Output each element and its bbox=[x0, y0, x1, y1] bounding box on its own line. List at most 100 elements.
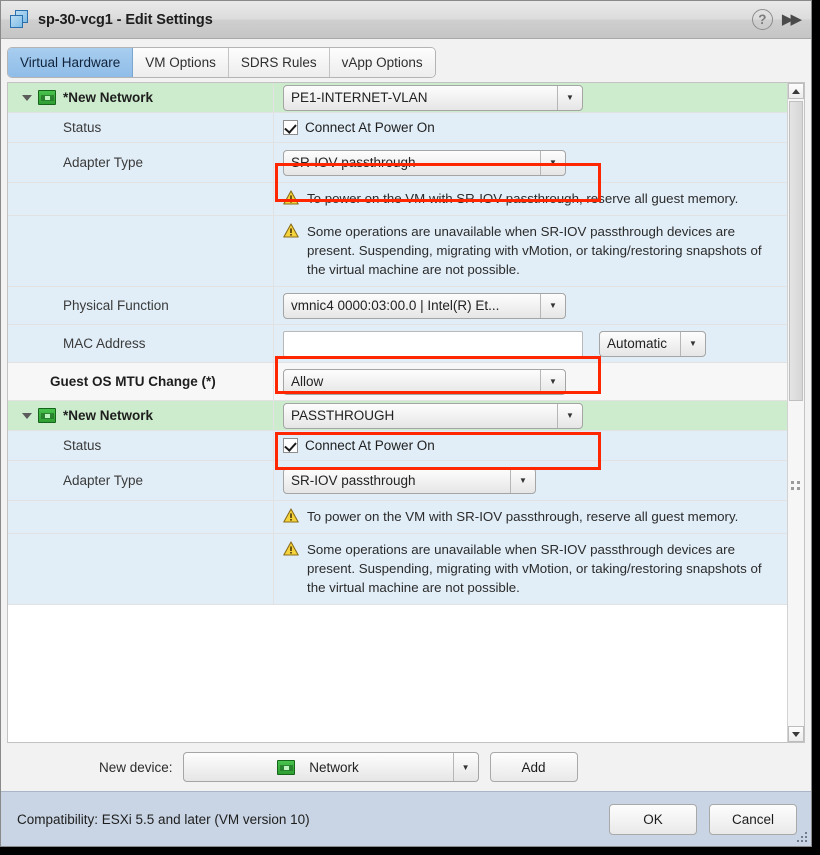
edit-settings-dialog: sp-30-vcg1 - Edit Settings ? ▶▶ Virtual … bbox=[0, 0, 812, 847]
warning-1a-text: To power on the VM with SR-IOV passthrou… bbox=[307, 191, 739, 206]
physical-function-value: vmnic4 0000:03:00.0 | Intel(R) Et... ▼ bbox=[274, 287, 787, 324]
connect-at-power-on-checkbox-2[interactable] bbox=[283, 438, 298, 453]
chevron-down-icon: ▼ bbox=[557, 85, 582, 110]
virtual-machine-icon bbox=[10, 10, 29, 29]
chevron-down-icon: ▼ bbox=[540, 293, 565, 318]
device-group-header-network-1[interactable]: *New Network PE1-INTERNET-VLAN ▼ bbox=[8, 83, 787, 113]
warning-triangle-icon bbox=[283, 223, 299, 238]
row-warning-2b: Some operations are unavailable when SR-… bbox=[8, 534, 787, 605]
device-1-label-cell: *New Network bbox=[8, 83, 274, 112]
guest-os-mtu-label: Guest OS MTU Change (*) bbox=[8, 363, 274, 400]
dialog-resize-grip[interactable] bbox=[797, 832, 808, 843]
warning-2a-label-spacer bbox=[8, 501, 274, 533]
row-mac-address: MAC Address Automatic ▼ bbox=[8, 325, 787, 363]
warning-1b-text: Some operations are unavailable when SR-… bbox=[307, 224, 762, 277]
new-device-select-content: Network bbox=[184, 759, 453, 775]
row-warning-1a: To power on the VM with SR-IOV passthrou… bbox=[8, 183, 787, 216]
mac-address-input[interactable] bbox=[283, 330, 583, 357]
warning-2b-text: Some operations are unavailable when SR-… bbox=[307, 542, 762, 595]
warning-2a-text: To power on the VM with SR-IOV passthrou… bbox=[307, 509, 739, 524]
row-warning-1b: Some operations are unavailable when SR-… bbox=[8, 216, 787, 287]
row-physical-function: Physical Function vmnic4 0000:03:00.0 | … bbox=[8, 287, 787, 325]
ok-button[interactable]: OK bbox=[609, 803, 697, 835]
physical-function-select[interactable]: vmnic4 0000:03:00.0 | Intel(R) Et... ▼ bbox=[283, 292, 566, 319]
adapter-type-value-1: SR-IOV passthrough ▼ bbox=[274, 143, 787, 182]
guest-os-mtu-value: Allow ▼ bbox=[274, 363, 787, 400]
adapter-type-select-2[interactable]: SR-IOV passthrough ▼ bbox=[283, 467, 536, 494]
scroll-up-button[interactable] bbox=[788, 83, 804, 99]
add-device-button[interactable]: Add bbox=[489, 752, 578, 782]
physical-function-label: Physical Function bbox=[8, 287, 274, 324]
tab-sdrs-rules[interactable]: SDRS Rules bbox=[228, 48, 330, 77]
warning-2a-cell: To power on the VM with SR-IOV passthrou… bbox=[274, 501, 787, 533]
compatibility-text: Compatibility: ESXi 5.5 and later (VM ve… bbox=[17, 811, 310, 827]
adapter-type-select-2-value: SR-IOV passthrough bbox=[291, 473, 416, 488]
adapter-type-select-1[interactable]: SR-IOV passthrough ▼ bbox=[283, 149, 566, 176]
warning-triangle-icon bbox=[283, 190, 299, 205]
dialog-title: sp-30-vcg1 - Edit Settings bbox=[38, 11, 213, 28]
connect-at-power-on-label-2: Connect At Power On bbox=[305, 438, 435, 453]
tab-vm-options[interactable]: VM Options bbox=[133, 48, 229, 77]
tabstrip-container: Virtual Hardware VM Options SDRS Rules v… bbox=[1, 39, 811, 82]
device-2-label-cell: *New Network bbox=[8, 401, 274, 430]
mac-address-value: Automatic ▼ bbox=[274, 325, 787, 362]
warning-2b-label-spacer bbox=[8, 534, 274, 604]
connect-at-power-on-checkbox-1[interactable] bbox=[283, 120, 298, 135]
hardware-settings-grid: *New Network PE1-INTERNET-VLAN ▼ Status … bbox=[8, 83, 787, 742]
new-device-label: New device: bbox=[99, 759, 173, 775]
adapter-type-select-1-value: SR-IOV passthrough bbox=[291, 155, 416, 170]
collapse-twisty-icon-1[interactable] bbox=[22, 92, 33, 103]
device-group-header-network-2[interactable]: *New Network PASSTHROUGH ▼ bbox=[8, 401, 787, 431]
row-warning-2a: To power on the VM with SR-IOV passthrou… bbox=[8, 501, 787, 534]
expand-chevron-icon[interactable]: ▶▶ bbox=[782, 12, 802, 27]
warning-1a-label-spacer bbox=[8, 183, 274, 215]
connect-at-power-on-label-1: Connect At Power On bbox=[305, 120, 435, 135]
network-adapter-icon bbox=[277, 759, 296, 775]
tab-vapp-options[interactable]: vApp Options bbox=[329, 48, 435, 77]
new-device-bar: New device: Network ▼ Add bbox=[1, 743, 811, 791]
device-1-network-cell: PE1-INTERNET-VLAN ▼ bbox=[274, 83, 787, 112]
status-label-1: Status bbox=[8, 113, 274, 142]
device-1-name: *New Network bbox=[63, 90, 154, 105]
mac-address-mode-value: Automatic bbox=[607, 336, 668, 351]
guest-os-mtu-select-value: Allow bbox=[291, 374, 324, 389]
help-icon[interactable]: ? bbox=[751, 9, 773, 30]
scrollbar-thumb[interactable] bbox=[789, 101, 803, 401]
adapter-type-label-2: Adapter Type bbox=[8, 461, 274, 500]
device-2-name: *New Network bbox=[63, 408, 154, 423]
network-select-1-value: PE1-INTERNET-VLAN bbox=[291, 90, 428, 105]
status-value-1: Connect At Power On bbox=[274, 113, 787, 142]
chevron-down-icon: ▼ bbox=[540, 150, 565, 175]
warning-2b-cell: Some operations are unavailable when SR-… bbox=[274, 534, 787, 604]
device-2-network-cell: PASSTHROUGH ▼ bbox=[274, 401, 787, 430]
adapter-type-label-1: Adapter Type bbox=[8, 143, 274, 182]
new-device-select-value: Network bbox=[309, 759, 359, 775]
vertical-scrollbar[interactable] bbox=[787, 83, 804, 742]
adapter-type-value-2: SR-IOV passthrough ▼ bbox=[274, 461, 787, 500]
scroll-down-button[interactable] bbox=[788, 726, 804, 742]
guest-os-mtu-select[interactable]: Allow ▼ bbox=[283, 368, 566, 395]
mac-address-mode-select[interactable]: Automatic ▼ bbox=[599, 330, 706, 357]
chevron-down-icon: ▼ bbox=[557, 403, 582, 428]
network-adapter-icon bbox=[38, 90, 56, 105]
network-select-1[interactable]: PE1-INTERNET-VLAN ▼ bbox=[283, 84, 583, 111]
dialog-footer: Compatibility: ESXi 5.5 and later (VM ve… bbox=[1, 791, 811, 846]
tab-virtual-hardware[interactable]: Virtual Hardware bbox=[8, 48, 134, 77]
status-label-2: Status bbox=[8, 431, 274, 460]
network-adapter-icon bbox=[38, 408, 56, 423]
row-adapter-type-1: Adapter Type SR-IOV passthrough ▼ bbox=[8, 143, 787, 183]
chevron-down-icon: ▼ bbox=[510, 468, 535, 493]
row-status-1: Status Connect At Power On bbox=[8, 113, 787, 143]
warning-1a-cell: To power on the VM with SR-IOV passthrou… bbox=[274, 183, 787, 215]
chevron-down-icon: ▼ bbox=[540, 369, 565, 394]
row-adapter-type-2: Adapter Type SR-IOV passthrough ▼ bbox=[8, 461, 787, 501]
warning-triangle-icon bbox=[283, 541, 299, 556]
network-select-2[interactable]: PASSTHROUGH ▼ bbox=[283, 402, 583, 429]
cancel-button[interactable]: Cancel bbox=[709, 803, 797, 835]
chevron-down-icon: ▼ bbox=[452, 753, 478, 781]
scrollbar-resize-grip[interactable] bbox=[791, 481, 801, 491]
row-status-2: Status Connect At Power On bbox=[8, 431, 787, 461]
row-guest-os-mtu: Guest OS MTU Change (*) Allow ▼ bbox=[8, 363, 787, 401]
collapse-twisty-icon-2[interactable] bbox=[22, 410, 33, 421]
new-device-select[interactable]: Network ▼ bbox=[182, 752, 479, 782]
